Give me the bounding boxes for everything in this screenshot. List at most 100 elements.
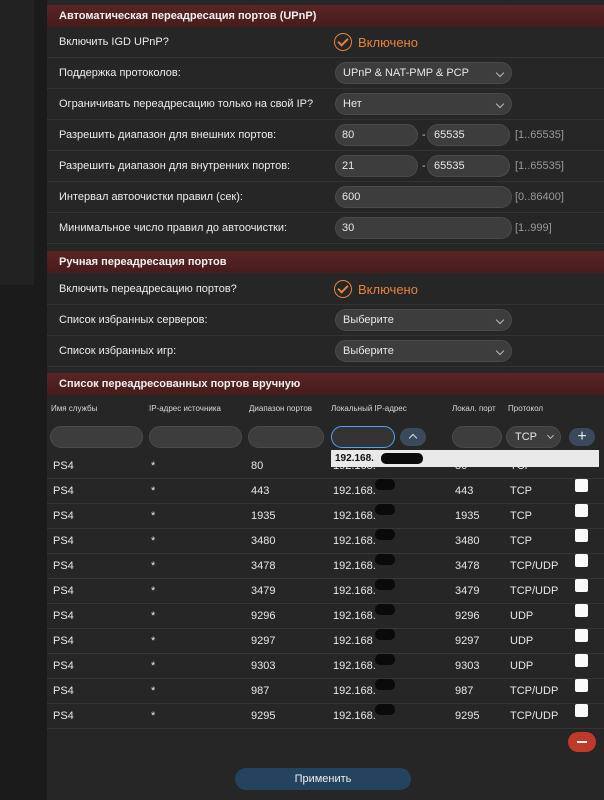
new-proto-select[interactable]: TCP: [506, 426, 561, 448]
cell-range: 1935: [251, 510, 276, 522]
redaction-mark: [375, 704, 395, 715]
row-checkbox[interactable]: [575, 504, 588, 517]
row-checkbox[interactable]: [575, 629, 588, 642]
cell-proto: TCP: [510, 535, 532, 547]
ext-range-label: Разрешить диапазон для внешних портов:: [59, 129, 277, 141]
cell-lport: 443: [455, 485, 474, 497]
cell-lport: 1935: [455, 510, 480, 522]
manual-enable-toggle[interactable]: Включено: [334, 278, 418, 300]
cell-src: *: [151, 685, 156, 697]
add-rule-button[interactable]: +: [569, 428, 595, 446]
cell-proto: TCP/UDP: [510, 585, 559, 597]
redaction-mark: [375, 629, 395, 640]
redaction-mark: [375, 504, 395, 515]
redaction-mark: [375, 479, 395, 490]
int-port-from-input[interactable]: 21: [335, 155, 418, 177]
cell-name: PS4: [53, 685, 74, 697]
restrict-select[interactable]: Нет: [335, 93, 512, 115]
check-icon: [334, 33, 352, 51]
cleanup-label: Интервал автоочистки правил (сек):: [59, 191, 243, 203]
manual-enable-row: Включить переадресацию портов? Включено: [47, 274, 604, 305]
new-proto-value: TCP: [515, 431, 537, 443]
list-section-title: Список переадресованных портов вручную: [47, 373, 604, 395]
cell-src: *: [151, 710, 156, 722]
servers-row: Список избранных серверов: Выберите: [47, 305, 604, 336]
table-row: PS4 * 1935 192.168. 1935 TCP: [47, 504, 604, 529]
cell-range: 9297: [251, 635, 276, 647]
col-header-src: IP-адрес источника: [149, 404, 221, 413]
table-row: PS4 * 443 192.168. 443 TCP: [47, 479, 604, 504]
row-checkbox[interactable]: [575, 679, 588, 692]
servers-select[interactable]: Выберите: [335, 309, 512, 331]
row-checkbox[interactable]: [575, 579, 588, 592]
check-icon: [334, 280, 352, 298]
cell-src: *: [151, 585, 156, 597]
table-row: PS4 * 3478 192.168. 3478 TCP/UDP: [47, 554, 604, 579]
restrict-select-value: Нет: [343, 98, 362, 110]
cell-name: PS4: [53, 535, 74, 547]
ip-autocomplete-item[interactable]: 192.168.: [331, 450, 599, 467]
table-row: PS4 * 3479 192.168. 3479 TCP/UDP: [47, 579, 604, 604]
cell-ip: 192.168.: [333, 685, 376, 697]
row-checkbox[interactable]: [575, 479, 588, 492]
protocols-select[interactable]: UPnP & NAT-PMP & PCP: [335, 62, 512, 84]
cell-proto: UDP: [510, 610, 534, 622]
cleanup-row: Интервал автоочистки правил (сек): 600 […: [47, 182, 604, 213]
cell-name: PS4: [53, 660, 74, 672]
cell-proto: UDP: [510, 660, 534, 672]
cell-range: 3478: [251, 560, 276, 572]
redaction-mark: [375, 554, 395, 565]
cell-ip: 192.168.: [333, 585, 376, 597]
games-select[interactable]: Выберите: [335, 340, 512, 362]
cell-lport: 3478: [455, 560, 480, 572]
minrules-input[interactable]: 30: [335, 217, 512, 239]
manual-section-title: Ручная переадресация портов: [47, 251, 604, 273]
cell-proto: TCP/UDP: [510, 560, 559, 572]
restrict-label: Ограничивать переадресацию только на сво…: [59, 98, 314, 110]
cell-proto: TCP: [510, 510, 532, 522]
chevron-up-icon[interactable]: [400, 428, 426, 446]
new-lport-input[interactable]: [452, 426, 502, 448]
protocols-row: Поддержка протоколов: UPnP & NAT-PMP & P…: [47, 58, 604, 89]
new-name-input[interactable]: [50, 426, 143, 448]
row-checkbox[interactable]: [575, 704, 588, 717]
row-checkbox[interactable]: [575, 654, 588, 667]
range-dash: -: [422, 160, 426, 172]
games-select-value: Выберите: [343, 345, 394, 357]
games-row: Список избранных игр: Выберите: [47, 336, 604, 367]
row-checkbox[interactable]: [575, 529, 588, 542]
cell-ip: 192.168.: [333, 660, 376, 672]
int-port-to-input[interactable]: 65535: [427, 155, 510, 177]
cell-range: 80: [251, 460, 264, 472]
range-dash: -: [422, 129, 426, 141]
cell-name: PS4: [53, 460, 74, 472]
apply-button[interactable]: Применить: [235, 768, 411, 790]
delete-selected-button[interactable]: [568, 732, 596, 752]
table-row: PS4 * 9297 192.168 9297 UDP: [47, 629, 604, 654]
cell-proto: UDP: [510, 635, 534, 647]
cell-src: *: [151, 460, 156, 472]
upnp-enable-row: Включить IGD UPnP? Включено: [47, 27, 604, 58]
restrict-row: Ограничивать переадресацию только на сво…: [47, 89, 604, 120]
ext-port-from-input[interactable]: 80: [335, 124, 418, 146]
cleanup-hint: [0..86400]: [515, 191, 564, 203]
manual-enable-value: Включено: [358, 281, 418, 297]
protocols-select-value: UPnP & NAT-PMP & PCP: [343, 67, 469, 79]
table-row: PS4 * 9303 192.168. 9303 UDP: [47, 654, 604, 679]
row-checkbox[interactable]: [575, 604, 588, 617]
new-ip-input[interactable]: [331, 426, 395, 448]
row-checkbox[interactable]: [575, 554, 588, 567]
redaction-mark: [375, 654, 395, 665]
cleanup-interval-input[interactable]: 600: [335, 186, 512, 208]
redaction-mark: [375, 679, 395, 690]
servers-select-value: Выберите: [343, 314, 394, 326]
ext-port-to-input[interactable]: 65535: [427, 124, 510, 146]
protocols-label: Поддержка протоколов:: [59, 67, 181, 79]
new-src-input[interactable]: [149, 426, 242, 448]
cell-proto: TCP/UDP: [510, 685, 559, 697]
cell-range: 987: [251, 685, 270, 697]
upnp-enable-toggle[interactable]: Включено: [334, 31, 418, 53]
new-range-input[interactable]: [248, 426, 324, 448]
cell-range: 3480: [251, 535, 276, 547]
cell-ip: 192.168.: [333, 510, 376, 522]
